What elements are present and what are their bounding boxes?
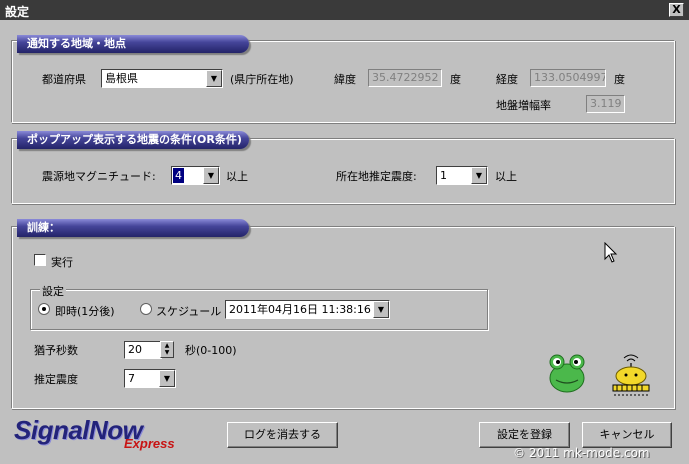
signalnow-logo: SignalNow Express	[14, 415, 189, 455]
latitude-unit: 度	[450, 73, 461, 86]
mouse-cursor-icon	[604, 242, 618, 263]
estimated-intensity-select[interactable]: 7 ▼	[124, 369, 176, 388]
longitude-field: 133.0504997	[530, 69, 606, 87]
longitude-label: 経度	[496, 73, 518, 86]
grace-label: 猶予秒数	[34, 344, 78, 357]
magnitude-value: 4	[173, 168, 184, 183]
schedule-datetime-value: 2011年04月16日 11:38:16	[229, 303, 371, 316]
run-checkbox[interactable]	[34, 254, 46, 266]
training-section-header: 訓練：	[17, 219, 249, 237]
intensity-value: 1	[440, 169, 447, 182]
magnitude-label: 震源地マグニチュード:	[42, 170, 156, 183]
dropdown-arrow-icon[interactable]: ▼	[206, 70, 222, 87]
latitude-label: 緯度	[334, 73, 356, 86]
copyright-watermark: © 2011 mk-mode.com	[513, 446, 650, 460]
grace-spinner[interactable]: ▲ ▼	[160, 341, 174, 358]
area-section-header: 通知する地域・地点	[17, 35, 249, 53]
title-bar: 設定	[0, 0, 689, 20]
clear-log-button[interactable]: ログを消去する	[227, 422, 338, 448]
prefecture-value: 島根県	[105, 72, 138, 85]
settings-group-label: 設定	[40, 283, 66, 299]
dropdown-arrow-icon[interactable]: ▼	[203, 167, 219, 184]
immediate-radio[interactable]	[38, 303, 50, 315]
register-settings-button[interactable]: 設定を登録	[479, 422, 570, 448]
dropdown-arrow-icon[interactable]: ▼	[373, 301, 389, 318]
schedule-label[interactable]: スケジュール	[156, 303, 221, 319]
prefecture-note: (県庁所在地)	[230, 73, 294, 86]
amplification-label: 地盤増幅率	[496, 99, 551, 112]
dropdown-arrow-icon[interactable]: ▼	[159, 370, 175, 387]
prefecture-select[interactable]: 島根県 ▼	[101, 69, 223, 88]
window-title: 設定	[5, 5, 30, 19]
longitude-unit: 度	[614, 73, 625, 86]
immediate-label[interactable]: 即時(1分後)	[55, 303, 115, 319]
grace-unit: 秒(0-100)	[185, 344, 237, 357]
schedule-datetime-picker[interactable]: 2011年04月16日 11:38:16 ▼	[225, 300, 390, 319]
dropdown-arrow-icon[interactable]: ▼	[471, 167, 487, 184]
estimated-intensity-value: 7	[128, 372, 135, 385]
estimated-intensity-label: 推定震度	[34, 373, 78, 386]
grace-seconds-input[interactable]: 20	[124, 341, 162, 359]
prefecture-label: 都道府県	[42, 73, 86, 86]
signal-robot-icon	[612, 354, 650, 396]
frog-icon	[549, 354, 585, 393]
close-button[interactable]: X	[669, 3, 684, 17]
schedule-radio[interactable]	[140, 303, 152, 315]
intensity-label: 所在地推定震度:	[336, 170, 417, 183]
intensity-select[interactable]: 1 ▼	[436, 166, 488, 185]
magnitude-suffix: 以上	[226, 170, 248, 183]
cancel-button[interactable]: キャンセル	[582, 422, 672, 448]
logo-sub-text: Express	[124, 436, 175, 451]
popup-section-header: ポップアップ表示する地震の条件(OR条件)	[17, 131, 249, 149]
amplification-field: 3.119	[586, 95, 625, 113]
latitude-field: 35.4722952	[368, 69, 442, 87]
magnitude-select[interactable]: 4 ▼	[171, 166, 220, 185]
intensity-suffix: 以上	[495, 170, 517, 183]
run-label[interactable]: 実行	[51, 254, 73, 270]
